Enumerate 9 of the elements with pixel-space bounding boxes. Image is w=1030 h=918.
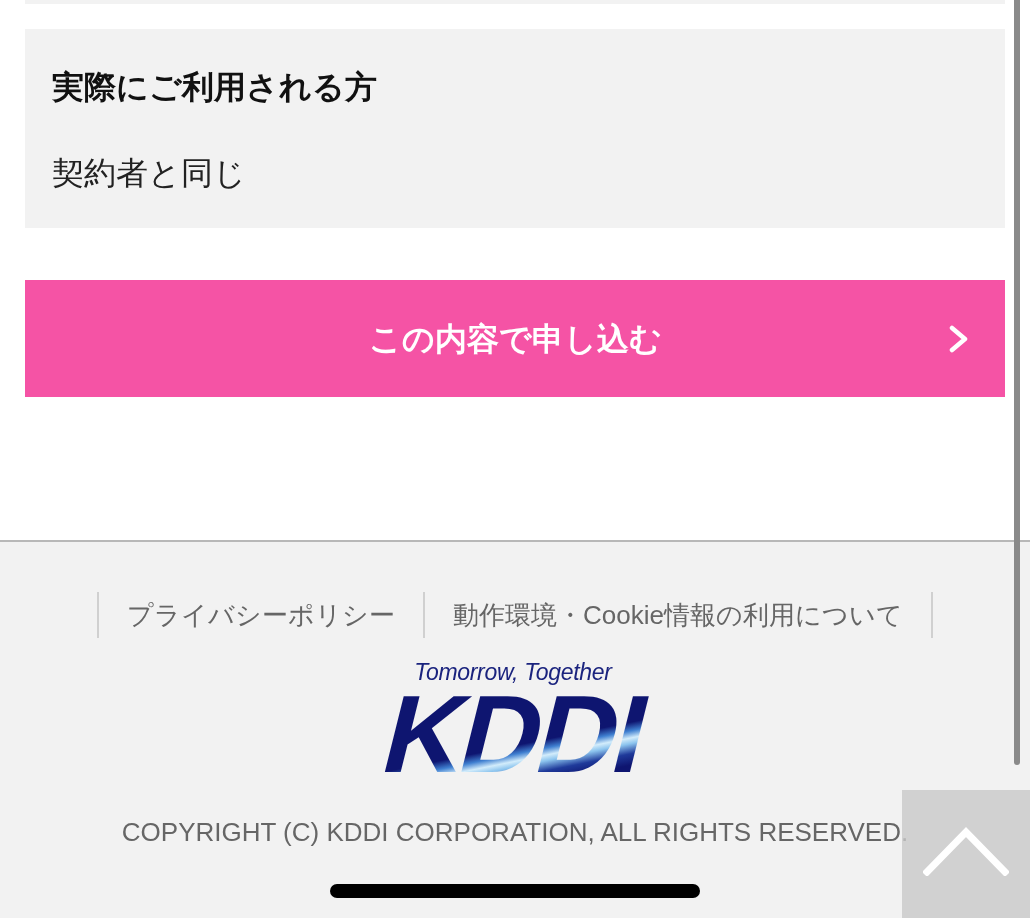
chevron-right-icon [948, 325, 970, 353]
logo-tagline: Tomorrow, Together [414, 658, 614, 686]
footer-link[interactable]: 動作環境・Cookie情報の利用について [425, 592, 933, 638]
section-title: 実際にご利用される方 [52, 68, 378, 107]
copyright-text: COPYRIGHT (C) KDDI CORPORATION, ALL RIGHTS RESERVED. [121, 816, 909, 848]
submit-button[interactable]: この内容で申し込む [25, 280, 1005, 397]
footer-link[interactable]: プライバシーポリシー [99, 592, 426, 638]
chevron-up-icon [923, 826, 1009, 876]
section-value: 契約者と同じ [52, 154, 247, 193]
